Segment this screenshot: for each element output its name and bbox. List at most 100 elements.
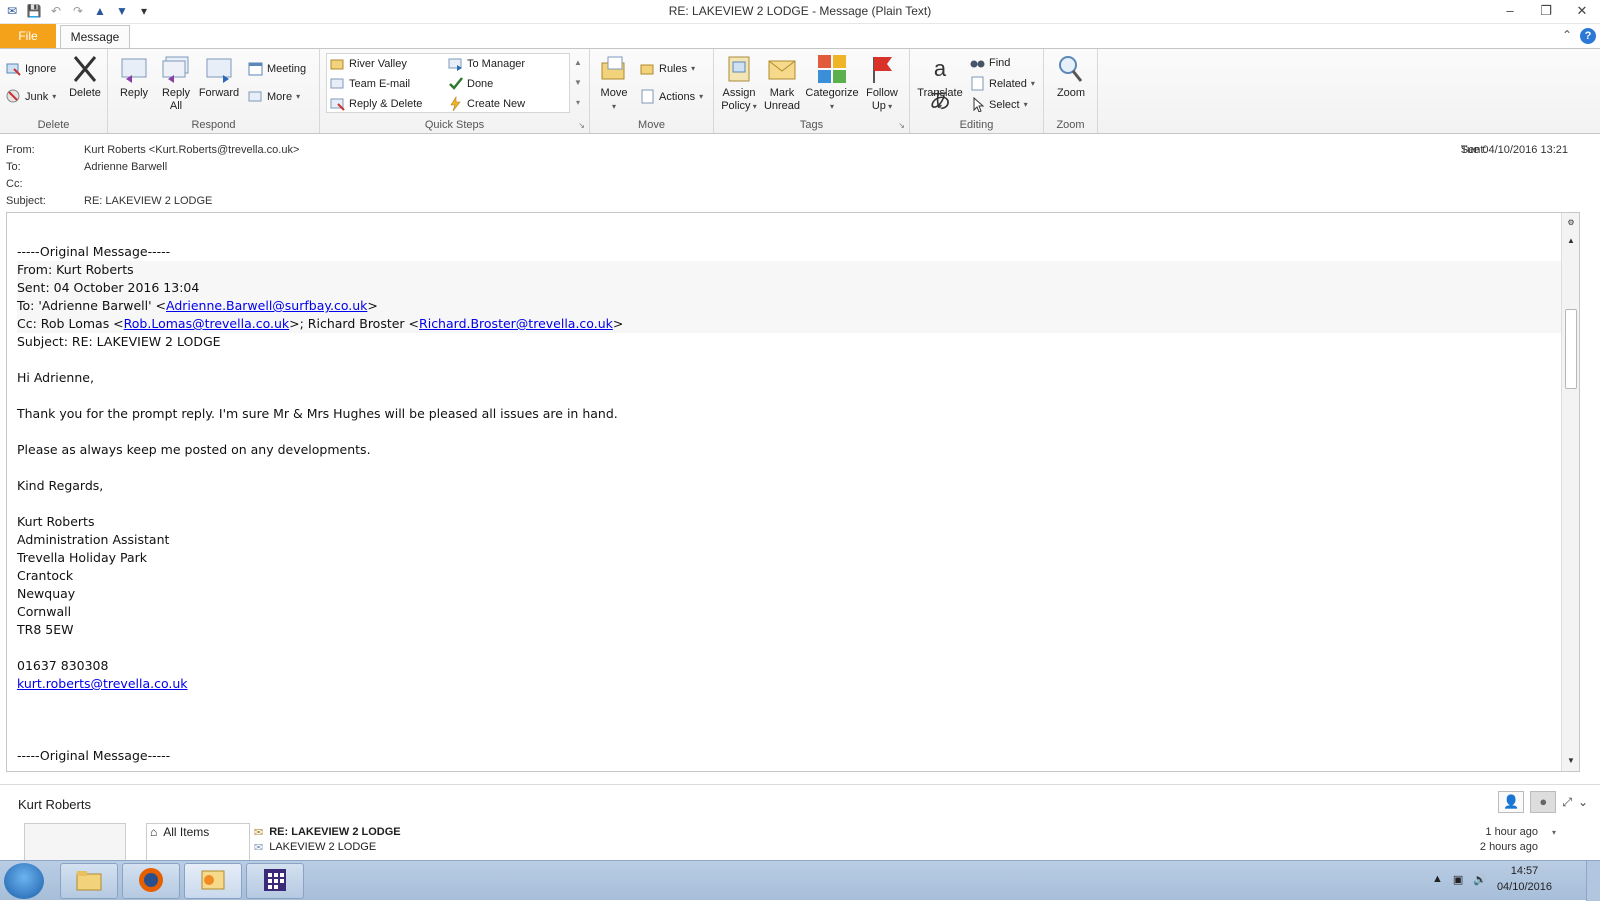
- all-items-tab[interactable]: ⌂ All Items: [146, 825, 209, 839]
- person-icon[interactable]: 👤: [1498, 791, 1525, 813]
- binoculars-icon: [970, 55, 985, 70]
- quickstep-team-email[interactable]: Team E-mail: [330, 76, 410, 91]
- lightning-icon: [448, 95, 463, 112]
- meeting-button[interactable]: Meeting: [248, 61, 306, 76]
- actions-button[interactable]: Actions ▾: [640, 89, 703, 104]
- window-title: RE: LAKEVIEW 2 LODGE - Message (Plain Te…: [668, 4, 932, 18]
- ignore-button[interactable]: Ignore: [6, 61, 56, 76]
- list-item[interactable]: ✉ LAKEVIEW 2 LODGE 2 hours ago: [254, 841, 1564, 853]
- tags-group: Assign Policy ▾ Mark Unread Categorize ▾…: [714, 49, 910, 133]
- categorize-button[interactable]: Categorize ▾: [804, 53, 860, 113]
- junk-button[interactable]: Junk ▾: [6, 89, 56, 104]
- rules-button[interactable]: Rules ▾: [640, 61, 695, 76]
- tags-launcher-icon[interactable]: ↘: [898, 121, 905, 130]
- forward-button[interactable]: Forward: [198, 53, 240, 100]
- scroll-thumb[interactable]: [1565, 309, 1577, 389]
- reply-all-button[interactable]: Reply All: [156, 53, 196, 113]
- mark-unread-button[interactable]: Mark Unread: [762, 53, 802, 113]
- people-pane-controls: 👤 ● ⤢ ⌄: [1498, 791, 1588, 813]
- people-pane-name: Kurt Roberts: [18, 797, 91, 812]
- message-text: -----Original Message----- From: Kurt Ro…: [17, 243, 1567, 765]
- flag-icon: [866, 53, 898, 85]
- email-link[interactable]: Rob.Lomas@trevella.co.uk: [124, 316, 289, 331]
- scroll-down-icon[interactable]: ▼: [1565, 755, 1577, 767]
- move-group: Move ▾ Rules ▾ Actions ▾ Move: [590, 49, 714, 133]
- scroll-options-icon[interactable]: ⚙: [1565, 217, 1577, 229]
- taskbar-app[interactable]: [246, 863, 304, 899]
- title-bar: ✉ 💾 ↶ ↷ ▲ ▼ ▾ RE: LAKEVIEW 2 LODGE - Mes…: [0, 0, 1600, 24]
- junk-icon: [6, 89, 21, 104]
- categorize-icon: [816, 53, 848, 85]
- quick-steps-scroll[interactable]: ▲ ▼ ▾: [572, 53, 584, 113]
- contact-photo-icon[interactable]: ●: [1530, 791, 1557, 813]
- quickstep-done[interactable]: Done: [448, 76, 493, 91]
- quickstep-to-manager[interactable]: To Manager: [448, 56, 525, 71]
- editing-group: aあ Translate ▾ Find Related ▾ Select ▾ Edi…: [910, 49, 1044, 133]
- help-icon[interactable]: ?: [1580, 28, 1596, 44]
- show-hidden-icons-icon[interactable]: ▲: [1432, 873, 1443, 885]
- minimize-button[interactable]: –: [1492, 0, 1528, 22]
- show-desktop-button[interactable]: [1586, 861, 1600, 901]
- move-folder-icon: [598, 53, 630, 85]
- recipient[interactable]: Adrienne Barwell: [84, 161, 167, 173]
- outlook-icon: [199, 867, 227, 896]
- network-icon[interactable]: ▣: [1453, 873, 1463, 886]
- collapse-ribbon-icon[interactable]: ⌃: [1562, 28, 1572, 44]
- translate-icon: aあ: [928, 56, 951, 113]
- quick-steps-launcher-icon[interactable]: ↘: [578, 121, 585, 130]
- select-button[interactable]: Select ▾: [970, 96, 1028, 113]
- restore-button[interactable]: ❐: [1528, 0, 1564, 22]
- scroll-up-icon[interactable]: ▲: [1565, 235, 1577, 247]
- volume-icon[interactable]: 🔊: [1473, 873, 1487, 886]
- related-icon: [970, 76, 985, 91]
- start-button[interactable]: [4, 863, 44, 899]
- rules-icon: [640, 61, 655, 76]
- sent-date: Sent: Tue 04/10/2016 13:21: [1460, 144, 1568, 156]
- clock[interactable]: 14:57 04/10/2016: [1497, 863, 1552, 895]
- people-pane: Kurt Roberts 👤 ● ⤢ ⌄ ⌂ All Items ✉ RE: L…: [0, 784, 1600, 863]
- email-link[interactable]: Adrienne.Barwell@surfbay.co.uk: [166, 298, 367, 313]
- chevron-down-icon[interactable]: ⌄: [1578, 795, 1588, 809]
- tab-message[interactable]: Message: [60, 25, 130, 49]
- more-respond-icon: [248, 89, 263, 104]
- to-manager-icon: [448, 56, 463, 71]
- email-link[interactable]: Richard.Broster@trevella.co.uk: [419, 316, 613, 331]
- delete-x-icon: [69, 53, 101, 85]
- people-pane-list: ✉ RE: LAKEVIEW 2 LODGE 1 hour ago ▾ ✉ LA…: [254, 823, 1564, 853]
- vertical-scrollbar[interactable]: ⚙ ▲ ▼: [1561, 213, 1579, 771]
- envelope-icon: ✉: [254, 841, 264, 854]
- sender[interactable]: Kurt Roberts <Kurt.Roberts@trevella.co.u…: [84, 144, 299, 156]
- delete-button[interactable]: Delete: [64, 53, 106, 100]
- find-button[interactable]: Find: [970, 55, 1010, 70]
- list-item[interactable]: ✉ RE: LAKEVIEW 2 LODGE 1 hour ago ▾: [254, 823, 1564, 841]
- magnifier-icon: [1055, 53, 1087, 85]
- original-message-divider: -----Original Message-----: [17, 748, 171, 763]
- quickstep-create-new[interactable]: Create New: [448, 95, 525, 112]
- window-controls: – ❐ ✕: [1492, 0, 1600, 22]
- zoom-button[interactable]: Zoom: [1050, 53, 1092, 100]
- move-button[interactable]: Move ▾: [594, 53, 634, 113]
- email-link[interactable]: kurt.roberts@trevella.co.uk: [17, 676, 188, 691]
- dropdown-icon[interactable]: ▾: [1552, 828, 1556, 837]
- quickstep-reply-delete[interactable]: Reply & Delete: [330, 96, 422, 111]
- tab-file[interactable]: File: [0, 24, 56, 48]
- translate-button[interactable]: aあ Translate ▾: [914, 53, 966, 113]
- reply-button[interactable]: Reply: [114, 53, 154, 100]
- expand-icon[interactable]: ⤢: [1562, 795, 1572, 810]
- quickstep-river-valley[interactable]: River Valley: [330, 56, 407, 71]
- forward-icon: [203, 53, 235, 85]
- taskbar-firefox[interactable]: [122, 863, 180, 899]
- close-button[interactable]: ✕: [1564, 0, 1600, 22]
- related-button[interactable]: Related ▾: [970, 76, 1035, 91]
- more-respond-button[interactable]: More ▾: [248, 89, 300, 104]
- grid-app-icon: [261, 866, 289, 897]
- system-tray: ▲ ▣ 🔊 14:57 04/10/2016: [1432, 863, 1552, 895]
- taskbar-explorer[interactable]: [60, 863, 118, 899]
- actions-icon: [640, 89, 655, 104]
- taskbar-outlook[interactable]: [184, 863, 242, 899]
- assign-policy-button[interactable]: Assign Policy ▾: [718, 53, 760, 113]
- cursor-icon: [970, 96, 985, 113]
- ribbon-tabs: File Message ⌃ ?: [0, 24, 1600, 49]
- message-body[interactable]: -----Original Message----- From: Kurt Ro…: [6, 212, 1580, 772]
- follow-up-button[interactable]: Follow Up ▾: [862, 53, 902, 113]
